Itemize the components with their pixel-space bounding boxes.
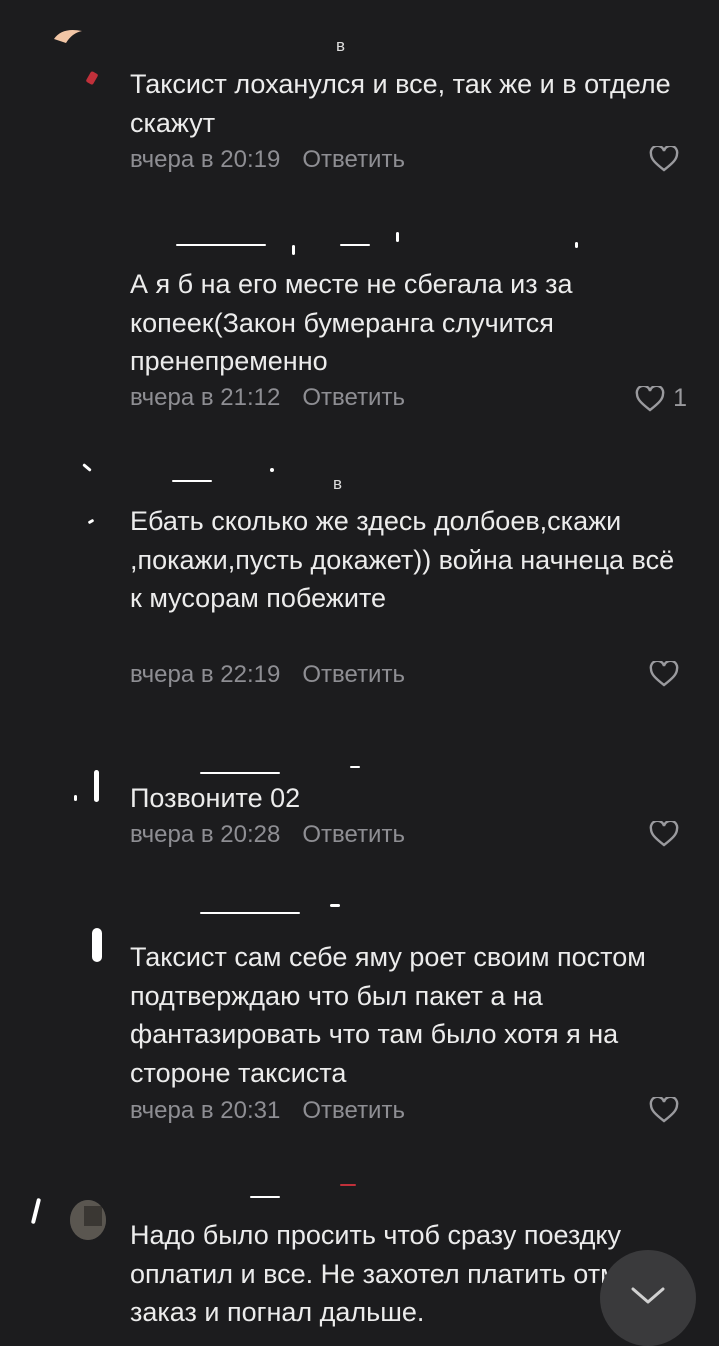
comment-text: Позвоните 02: [130, 783, 301, 813]
comment-time: вчера в 22:19: [130, 661, 281, 688]
like-button[interactable]: [649, 1097, 687, 1123]
like-button[interactable]: [649, 146, 687, 172]
comment-time: вчера в 20:31: [130, 1097, 281, 1124]
comment-author[interactable]: в: [336, 36, 346, 56]
heart-outline-icon: [649, 661, 679, 687]
heart-outline-icon: [635, 385, 665, 412]
reply-button[interactable]: Ответить: [302, 146, 405, 173]
comment-time: вчера в 20:19: [130, 146, 281, 173]
scroll-down-button[interactable]: [600, 1250, 696, 1346]
avatar[interactable]: [52, 25, 92, 65]
reply-button[interactable]: Ответить: [302, 384, 405, 411]
like-count: 1: [673, 384, 687, 412]
like-button[interactable]: 1: [635, 384, 687, 413]
heart-outline-icon: [649, 821, 679, 847]
reply-button[interactable]: Ответить: [302, 821, 405, 848]
reply-button[interactable]: Ответить: [302, 1097, 405, 1124]
comment-time: вчера в 21:12: [130, 384, 281, 411]
comment-meta: вчера в 20:19 Ответить: [130, 146, 405, 174]
avatar[interactable]: [70, 1200, 106, 1240]
reply-button[interactable]: Ответить: [302, 661, 405, 688]
comment-meta: вчера в 22:19 Ответить: [130, 661, 405, 689]
comment-text: Таксист сам себе яму роет своим постом п…: [130, 942, 646, 1088]
comment-meta: вчера в 21:12 Ответить: [130, 384, 405, 412]
comment-author[interactable]: в: [333, 474, 343, 494]
comment-text: Таксист лоханулся и все, так же и в отде…: [130, 69, 671, 138]
comment-meta: вчера в 20:31 Ответить: [130, 1097, 405, 1125]
comment-text: Ебать сколько же здесь долбоев,скажи ,по…: [130, 506, 675, 613]
like-button[interactable]: [649, 821, 687, 847]
comment-time: вчера в 20:28: [130, 821, 281, 848]
heart-outline-icon: [649, 146, 679, 172]
comment-meta: вчера в 20:28 Ответить: [130, 821, 405, 849]
heart-outline-icon: [649, 1097, 679, 1123]
like-button[interactable]: [649, 661, 687, 687]
comment-text: А я б на его месте не сбегала из за копе…: [130, 269, 573, 376]
chevron-down-icon: [631, 1287, 665, 1304]
